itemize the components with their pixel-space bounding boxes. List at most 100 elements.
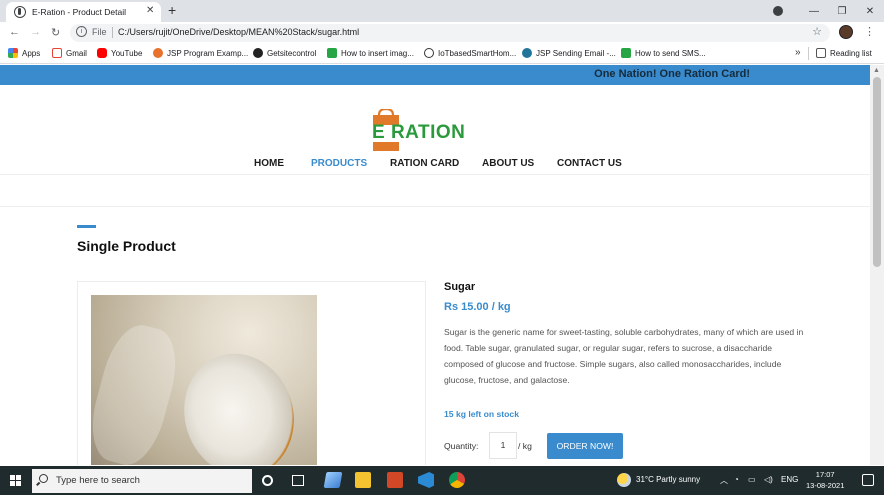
product-price: Rs 15.00 / kg	[444, 301, 511, 313]
main-navigation: HOME PRODUCTS RATION CARD ABOUT US CONTA…	[0, 158, 870, 174]
window-controls: — ❐ ✕	[800, 0, 884, 22]
sack-fold	[91, 318, 186, 465]
bookmark-send-sms[interactable]: How to send SMS...	[621, 48, 706, 58]
browser-menu-icon[interactable]: ⋮	[864, 25, 875, 38]
nav-home[interactable]: HOME	[254, 158, 284, 169]
order-now-button[interactable]: ORDER NOW!	[547, 433, 623, 459]
profile-avatar[interactable]	[839, 25, 853, 39]
quantity-unit: / kg	[518, 441, 532, 451]
s-icon	[327, 48, 337, 58]
wordpress-icon	[522, 48, 532, 58]
tab-close-icon[interactable]: ✕	[146, 5, 154, 16]
section-accent-bar	[77, 225, 96, 228]
address-bar[interactable]: i File C:/Users/rujit/OneDrive/Desktop/M…	[70, 24, 830, 42]
minimize-button[interactable]: —	[800, 6, 828, 17]
network-icon[interactable]: ◔	[734, 475, 739, 484]
vscode-icon[interactable]	[418, 472, 434, 488]
bookmark-youtube[interactable]: YouTube	[97, 48, 142, 58]
tab-title: E-Ration - Product Detail	[32, 7, 127, 17]
scroll-up-icon[interactable]: ▲	[873, 67, 880, 74]
nav-products[interactable]: PRODUCTS	[311, 158, 367, 169]
cortana-icon[interactable]	[262, 475, 273, 486]
close-window-button[interactable]: ✕	[856, 6, 884, 17]
getsitecontrol-icon	[253, 48, 263, 58]
page-scrollbar[interactable]: ▲	[870, 65, 884, 465]
browser-tab-strip: E-Ration - Product Detail ✕ + — ❐ ✕	[0, 0, 884, 22]
url-text[interactable]: C:/Users/rujit/OneDrive/Desktop/MEAN%20S…	[118, 27, 359, 37]
bookmark-label: Getsitecontrol	[267, 48, 317, 58]
task-view-icon[interactable]	[292, 475, 304, 486]
product-image-card	[77, 281, 426, 465]
bookmark-getsitecontrol[interactable]: Getsitecontrol	[253, 48, 316, 58]
bookmark-label: YouTube	[111, 48, 143, 58]
app-icon[interactable]	[323, 472, 343, 488]
forward-button[interactable]: →	[30, 26, 41, 38]
reading-list-button[interactable]: Reading list	[816, 48, 872, 58]
site-logo[interactable]: E RATION	[370, 107, 465, 153]
battery-icon[interactable]: ▭	[748, 475, 756, 484]
show-hidden-icons-icon[interactable]: ︿	[720, 475, 728, 486]
bookmark-jsp-email[interactable]: JSP Sending Email -...	[522, 48, 616, 58]
product-image	[91, 295, 317, 465]
clock-time: 17:07	[815, 470, 835, 479]
nav-ration-card[interactable]: RATION CARD	[390, 158, 459, 169]
notification-center-icon[interactable]	[862, 474, 874, 486]
volume-icon[interactable]: ◁)	[764, 475, 773, 484]
quantity-label: Quantity:	[444, 441, 479, 451]
site-icon	[153, 48, 163, 58]
bookmark-star-icon[interactable]: ☆	[812, 25, 822, 38]
product-description: Sugar is the generic name for sweet-tast…	[444, 327, 804, 385]
reading-list-label: Reading list	[830, 48, 872, 58]
maximize-button[interactable]: ❐	[828, 6, 856, 17]
search-icon	[39, 474, 48, 483]
windows-start-icon[interactable]	[10, 475, 21, 486]
s-icon	[621, 48, 631, 58]
bookmark-label: JSP Sending Email -...	[536, 48, 616, 58]
browser-toolbar: ← → ↻ i File C:/Users/rujit/OneDrive/Des…	[0, 22, 884, 44]
tab-search-icon[interactable]	[773, 6, 783, 16]
bookmarks-bar: Apps Gmail YouTube JSP Program Examp... …	[0, 44, 884, 64]
site-favicon-icon	[14, 6, 26, 18]
reading-list-icon	[816, 48, 826, 58]
weather-icon[interactable]	[617, 473, 631, 487]
weather-text[interactable]: 31°C Partly sunny	[636, 475, 700, 484]
new-tab-button[interactable]: +	[168, 2, 176, 18]
chrome-icon[interactable]	[449, 472, 465, 488]
bookmark-jsp-program[interactable]: JSP Program Examp...	[153, 48, 248, 58]
file-scheme-label: File	[92, 27, 107, 37]
bookmark-label: Gmail	[66, 48, 87, 58]
back-button[interactable]: ←	[9, 26, 20, 38]
gmail-icon	[52, 48, 62, 58]
bookmark-apps[interactable]: Apps	[8, 48, 40, 58]
bookmark-label: Apps	[22, 48, 41, 58]
top-banner: One Nation! One Ration Card!	[0, 65, 870, 85]
office-app-icon[interactable]	[387, 472, 403, 488]
browser-tab[interactable]: E-Ration - Product Detail ✕	[6, 2, 161, 22]
scrollbar-thumb[interactable]	[873, 77, 881, 267]
site-info-icon[interactable]: i	[76, 26, 87, 37]
nav-contact-us[interactable]: CONTACT US	[557, 158, 622, 169]
bookmark-label: How to insert imag...	[341, 48, 414, 58]
section-divider	[0, 206, 870, 207]
bookmarks-separator	[808, 47, 809, 60]
section-title: Single Product	[77, 238, 176, 254]
youtube-icon	[97, 48, 107, 58]
product-name: Sugar	[444, 281, 476, 293]
language-indicator[interactable]: ENG	[781, 475, 798, 484]
taskbar-search[interactable]: Type here to search	[32, 469, 252, 493]
bookmark-label: How to send SMS...	[635, 48, 706, 58]
page-viewport: One Nation! One Ration Card! E RATION HO…	[0, 65, 870, 465]
clock[interactable]: 17:07 13-08-2021	[806, 469, 844, 491]
bookmark-gmail[interactable]: Gmail	[52, 48, 87, 58]
address-separator	[112, 27, 113, 38]
bookmark-insert-image[interactable]: How to insert imag...	[327, 48, 414, 58]
bookmark-iot-smarthome[interactable]: IoTbasedSmartHom...	[424, 48, 516, 58]
bookmark-label: JSP Program Examp...	[167, 48, 249, 58]
logo-wordmark: E RATION	[372, 122, 466, 143]
file-explorer-icon[interactable]	[355, 472, 371, 488]
nav-about-us[interactable]: ABOUT US	[482, 158, 534, 169]
more-bookmarks-button[interactable]: »	[795, 47, 801, 58]
sugar-bowl	[168, 339, 310, 465]
reload-button[interactable]: ↻	[51, 26, 60, 39]
quantity-input[interactable]: 1	[489, 432, 517, 459]
